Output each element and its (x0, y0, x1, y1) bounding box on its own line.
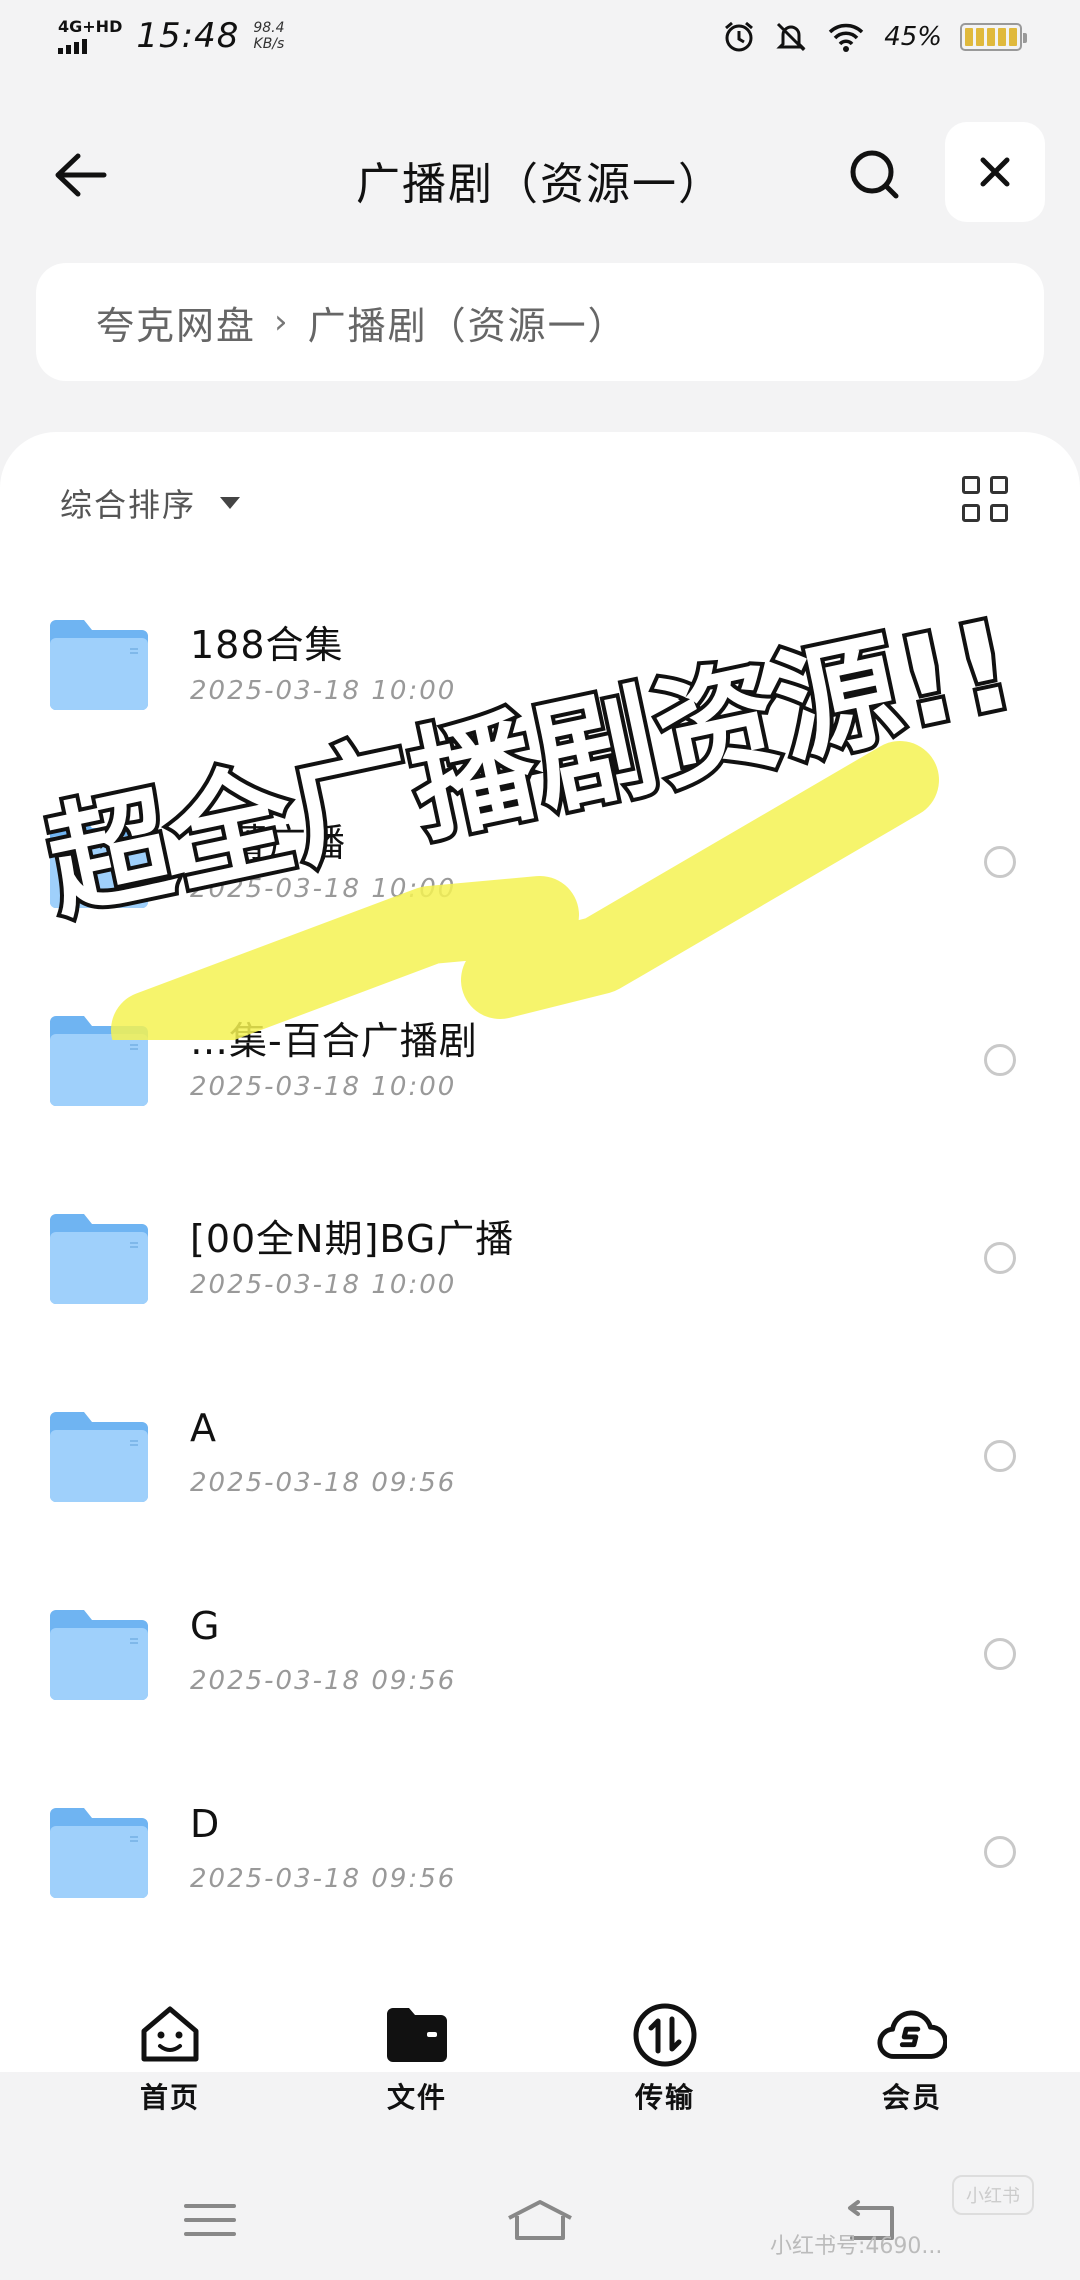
select-radio[interactable] (984, 846, 1016, 878)
status-bar: 4G+HD 15:48 98.4 KB/s 45% (0, 0, 1080, 80)
folder-icon (50, 1214, 148, 1304)
folder-icon (50, 1016, 148, 1106)
file-list-panel: 综合排序 188合集 2025-03-18 10:00 …菁广播 2025-03-18… (0, 432, 1080, 2072)
grid-view-toggle[interactable] (962, 476, 1018, 532)
page-title: 广播剧（资源一） (356, 159, 724, 210)
folder-filled-icon (387, 2008, 447, 2062)
watermark-badge: 小红书 (952, 2175, 1034, 2215)
home-outline-icon (508, 2200, 572, 2240)
battery-percent: 45% (884, 22, 942, 52)
file-row[interactable]: 188合集 2025-03-18 10:00 (0, 576, 1080, 774)
alarm-icon (725, 21, 754, 52)
file-row[interactable]: …菁广播 2025-03-18 10:00 (0, 774, 1080, 972)
file-date: 2025-03-18 09:56 (190, 1666, 457, 1696)
signal-icon (58, 39, 122, 54)
home-face-icon (141, 2006, 199, 2062)
header: 广播剧（资源一） (0, 100, 1080, 250)
search-icon (850, 150, 899, 199)
file-date: 2025-03-18 09:56 (190, 1468, 457, 1498)
file-row[interactable]: A 2025-03-18 09:56 (0, 1368, 1080, 1566)
file-name: …菁广播 (190, 821, 347, 865)
file-name: A (190, 1406, 217, 1450)
folder-icon (50, 1610, 148, 1700)
nav-home-button[interactable] (495, 2180, 585, 2260)
nav-menu-button[interactable] (165, 2180, 255, 2260)
folder-icon (50, 818, 148, 908)
wifi-icon (828, 23, 864, 52)
file-date: 2025-03-18 10:00 (190, 1072, 457, 1102)
file-name: …集-百合广播剧 (190, 1019, 478, 1063)
file-name: G (190, 1604, 221, 1648)
file-date: 2025-03-18 10:00 (190, 1270, 457, 1300)
file-row[interactable]: [00全N期]BG广播 2025-03-18 10:00 (0, 1170, 1080, 1368)
watermark-text: 小红书号:4690... (770, 2234, 943, 2259)
breadcrumb-root[interactable]: 夸克网盘 (96, 295, 256, 350)
select-radio[interactable] (984, 1836, 1016, 1868)
file-name: [00全N期]BG广播 (190, 1217, 515, 1261)
breadcrumb-current: 广播剧（资源一） (307, 303, 628, 348)
caret-down-icon (220, 497, 241, 509)
file-date: 2025-03-18 10:00 (190, 874, 457, 904)
network-indicator: 4G+HD (58, 18, 122, 54)
tab-files-label: 文件 (386, 2081, 447, 2114)
member-cloud-icon (877, 2010, 947, 2059)
file-date: 2025-03-18 10:00 (190, 676, 457, 706)
search-button[interactable] (835, 140, 915, 210)
file-row[interactable]: D 2025-03-18 09:56 (0, 1764, 1080, 1962)
file-name: D (190, 1802, 221, 1846)
file-name: 188合集 (190, 623, 344, 667)
sort-label: 综合排序 (60, 486, 197, 524)
close-icon (980, 157, 1010, 187)
clock: 15:48 (136, 16, 240, 56)
file-date: 2025-03-18 09:56 (190, 1864, 457, 1894)
chevron-right-icon: › (274, 302, 290, 342)
breadcrumb: 夸克网盘 › 广播剧（资源一） (36, 263, 1044, 381)
select-radio[interactable] (984, 1440, 1016, 1472)
select-radio[interactable] (984, 1044, 1016, 1076)
file-row[interactable]: G 2025-03-18 09:56 (0, 1566, 1080, 1764)
select-radio[interactable] (984, 1242, 1016, 1274)
tab-files[interactable]: 文件 (337, 2000, 497, 2116)
transfer-icon (633, 2003, 697, 2067)
battery-icon (960, 23, 1027, 51)
tab-home-label: 首页 (139, 2081, 200, 2114)
bottom-tab-bar: 首页 文件 传输 会员 (0, 2000, 1080, 2120)
tab-home[interactable]: 首页 (90, 2000, 250, 2116)
mute-bell-icon (776, 22, 806, 52)
folder-icon (50, 1808, 148, 1898)
tab-member[interactable]: 会员 (832, 2000, 992, 2116)
tab-member-label: 会员 (881, 2081, 942, 2114)
tab-transfer[interactable]: 传输 (585, 2000, 745, 2116)
sort-dropdown[interactable]: 综合排序 (60, 480, 241, 526)
network-speed: 98.4 KB/s (253, 20, 285, 52)
folder-icon (50, 620, 148, 710)
close-button[interactable] (945, 122, 1045, 222)
folder-icon (50, 1412, 148, 1502)
menu-icon (184, 2204, 236, 2236)
tab-transfer-label: 传输 (634, 2081, 695, 2114)
select-radio[interactable] (984, 1638, 1016, 1670)
file-row[interactable]: …集-百合广播剧 2025-03-18 10:00 (0, 972, 1080, 1170)
